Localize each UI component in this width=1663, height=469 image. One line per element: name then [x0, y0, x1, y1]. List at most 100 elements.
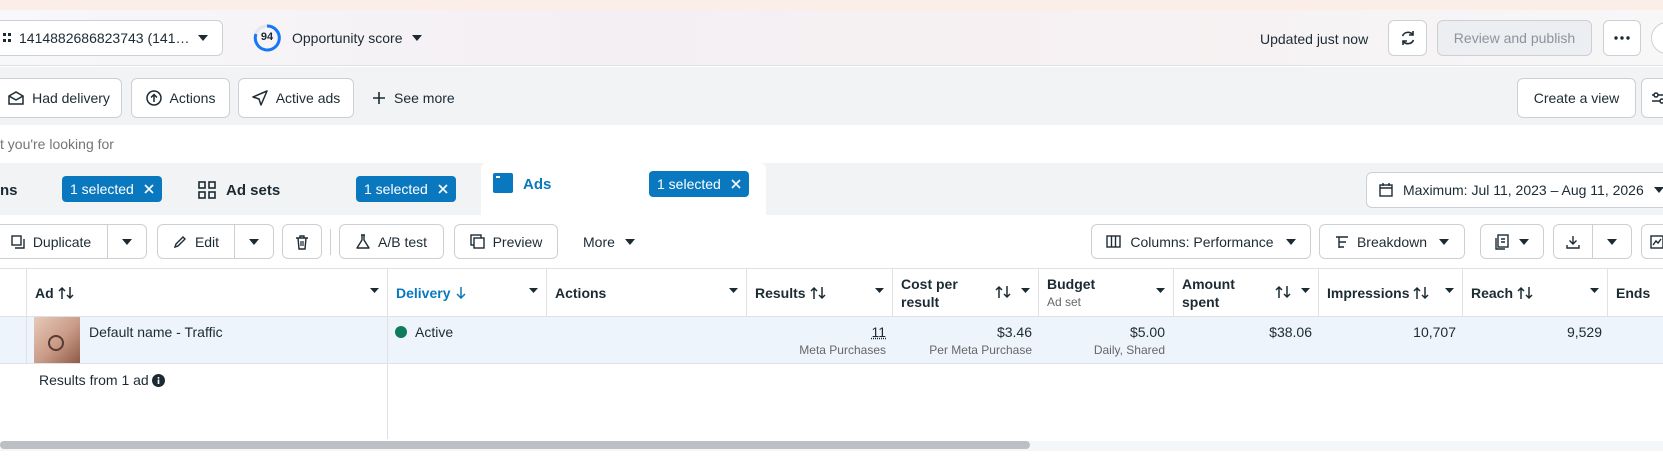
breakdown-button[interactable]: Breakdown [1319, 224, 1465, 259]
arrow-down-icon[interactable] [456, 286, 467, 299]
delete-button[interactable] [282, 224, 322, 259]
ad-thumbnail [34, 317, 80, 363]
impressions-cell: 10,707 [1319, 317, 1463, 363]
cost-per-result-cell: $3.46 Per Meta Purchase [893, 317, 1039, 363]
sort-icon[interactable] [1413, 286, 1430, 300]
ad-name-cell[interactable]: Default name - Traffic [27, 317, 388, 363]
column-amount-spent[interactable]: Amount spent [1174, 269, 1319, 316]
column-ends[interactable]: Ends [1608, 269, 1663, 316]
edit-button[interactable]: Edit [157, 224, 235, 259]
chevron-down-icon[interactable] [529, 288, 538, 293]
close-icon[interactable] [438, 184, 448, 194]
column-results[interactable]: Results [747, 269, 893, 316]
chip-label: 1 selected [364, 181, 428, 197]
search-row [0, 125, 1663, 163]
sort-icon[interactable] [1275, 285, 1291, 299]
column-impressions[interactable]: Impressions [1319, 269, 1463, 316]
create-view-button[interactable]: Create a view [1517, 78, 1636, 118]
column-delivery[interactable]: Delivery [388, 269, 547, 316]
see-more-label: See more [394, 90, 455, 106]
horizontal-scrollbar-thumb[interactable] [0, 441, 1030, 449]
ab-test-button[interactable]: A/B test [339, 224, 444, 259]
tab-adsets[interactable]: Ad sets 1 selected [186, 170, 466, 210]
chevron-down-icon [1607, 238, 1617, 245]
ads-selected-chip[interactable]: 1 selected [649, 171, 749, 197]
row-checkbox-cell[interactable] [0, 317, 27, 363]
chevron-down-icon[interactable] [1301, 288, 1310, 293]
account-selector[interactable]: 1414882686823743 (141… [0, 20, 223, 56]
campaigns-selected-chip[interactable]: 1 selected [62, 176, 162, 202]
tab-campaigns[interactable]: ns 1 selected [0, 170, 176, 210]
export-dropdown-button[interactable] [1592, 224, 1632, 259]
tab-ads-label: Ads [523, 176, 552, 193]
chevron-down-icon[interactable] [729, 288, 738, 293]
review-publish-button[interactable]: Review and publish [1437, 20, 1592, 56]
review-publish-label: Review and publish [1453, 30, 1576, 46]
date-range-picker[interactable]: Maximum: Jul 11, 2023 – Aug 11, 2026 [1366, 172, 1663, 208]
sort-icon[interactable] [810, 286, 826, 300]
table-header: Ad Delivery Actions Results Cost per res… [0, 268, 1663, 317]
chevron-down-icon[interactable] [1590, 288, 1599, 293]
ad-name[interactable]: Default name - Traffic [89, 324, 223, 340]
results-sub: Meta Purchases [799, 343, 886, 357]
ellipsis-icon [1614, 36, 1630, 40]
columns-button[interactable]: Columns: Performance [1091, 224, 1311, 259]
adsets-selected-chip[interactable]: 1 selected [356, 176, 456, 202]
more-button[interactable]: More [575, 224, 665, 259]
column-cost-per-result[interactable]: Cost per result [893, 269, 1039, 316]
column-reach[interactable]: Reach [1463, 269, 1608, 316]
chip-label: 1 selected [70, 181, 134, 197]
close-icon[interactable] [144, 184, 154, 194]
filter-active-ads[interactable]: Active ads [238, 78, 354, 118]
column-ad-label: Ad [35, 284, 54, 301]
account-id: 1414882686823743 (141… [19, 30, 190, 46]
budget-cell: $5.00 Daily, Shared [1039, 317, 1174, 363]
select-all-column[interactable] [0, 269, 27, 316]
chevron-down-icon[interactable] [1445, 288, 1454, 293]
search-input[interactable] [0, 129, 1200, 159]
calendar-icon [1379, 183, 1393, 197]
more-options-button[interactable] [1603, 20, 1641, 56]
tab-ads[interactable]: Ads 1 selected [481, 163, 766, 215]
refresh-button[interactable] [1388, 20, 1427, 56]
sort-icon[interactable] [58, 286, 74, 300]
edit-dropdown-button[interactable] [234, 224, 274, 259]
view-settings-button[interactable] [1641, 78, 1663, 118]
preview-button[interactable]: Preview [454, 224, 558, 259]
avatar[interactable] [1651, 22, 1663, 54]
filter-had-delivery[interactable]: Had delivery [0, 78, 122, 118]
column-actions[interactable]: Actions [547, 269, 747, 316]
close-icon[interactable] [731, 179, 741, 189]
column-impressions-label: Impressions [1327, 284, 1410, 301]
column-amount-label-1: Amount [1182, 275, 1235, 292]
results-value[interactable]: 11 [871, 324, 886, 340]
chevron-down-icon [1653, 187, 1663, 193]
column-budget[interactable]: Budget Ad set [1039, 269, 1174, 316]
opportunity-score[interactable]: 94 Opportunity score [253, 24, 433, 52]
chart-icon [1650, 234, 1663, 249]
impressions-value: 10,707 [1413, 324, 1456, 340]
chevron-down-icon [1519, 238, 1529, 245]
column-ad[interactable]: Ad [27, 269, 388, 316]
column-results-label: Results [755, 284, 806, 301]
charts-button[interactable] [1641, 224, 1663, 259]
duplicate-dropdown-button[interactable] [107, 224, 147, 259]
chevron-down-icon[interactable] [875, 288, 884, 293]
filter-actions[interactable]: Actions [131, 78, 230, 118]
info-icon[interactable] [152, 374, 165, 387]
see-more-button[interactable]: See more [372, 78, 472, 118]
sort-icon[interactable] [995, 285, 1011, 299]
duplicate-label: Duplicate [32, 233, 92, 250]
sort-icon[interactable] [1517, 286, 1533, 300]
chevron-down-icon[interactable] [1156, 288, 1165, 293]
export-button[interactable] [1553, 224, 1593, 259]
chevron-down-icon[interactable] [370, 288, 379, 293]
columns-icon [1106, 235, 1122, 248]
table-row[interactable]: Default name - Traffic Active 11 Meta Pu… [0, 317, 1663, 364]
column-cost-label-2: result [901, 293, 940, 310]
top-strip [0, 0, 1663, 10]
reports-button[interactable] [1480, 224, 1544, 259]
refresh-icon [1400, 30, 1416, 46]
duplicate-button[interactable]: Duplicate [0, 224, 108, 259]
chevron-down-icon[interactable] [1021, 288, 1030, 293]
